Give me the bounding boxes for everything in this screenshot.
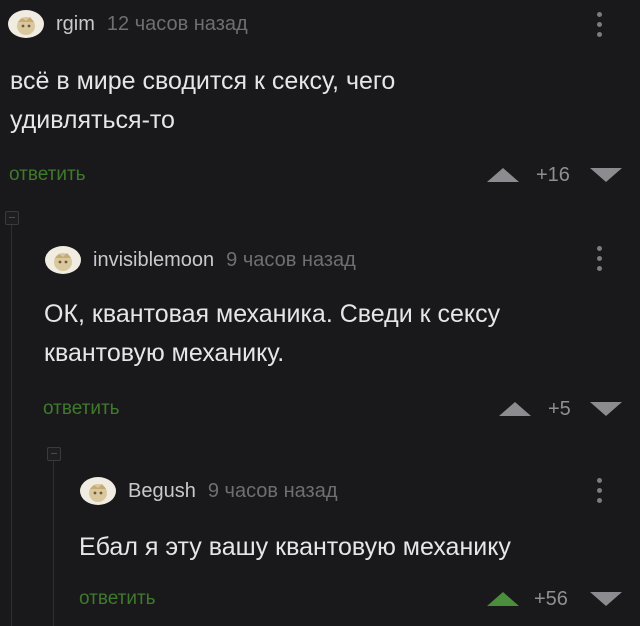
- more-options-icon[interactable]: [597, 246, 603, 276]
- comment-text: ОК, квантовая механика. Сведи к сексу кв…: [44, 300, 501, 367]
- comment: invisiblemoon 9 часов назад ОК, квантова…: [0, 230, 640, 430]
- avatar[interactable]: [8, 10, 44, 38]
- comment-timestamp: 9 часов назад: [207, 479, 338, 502]
- upvote-icon[interactable]: [487, 592, 519, 606]
- avatar[interactable]: [80, 477, 116, 505]
- downvote-icon[interactable]: [590, 402, 622, 416]
- more-options-icon[interactable]: [597, 478, 603, 508]
- comment: rgim 12 часов назад всё в мире сводится …: [0, 0, 640, 200]
- comment-thread: rgim 12 часов назад всё в мире сводится …: [0, 0, 640, 626]
- comment-username[interactable]: rgim: [56, 13, 95, 36]
- comment-score: +56: [534, 588, 568, 610]
- upvote-icon[interactable]: [499, 402, 531, 416]
- comment-header: Begush 9 часов назад: [80, 477, 338, 505]
- comment-timestamp: 12 часов назад: [106, 12, 248, 35]
- comment-username[interactable]: invisiblemoon: [93, 249, 214, 272]
- upvote-icon[interactable]: [487, 168, 519, 182]
- comment-score: +16: [536, 164, 570, 186]
- collapse-thread-button[interactable]: [47, 447, 61, 461]
- collapse-thread-button[interactable]: [5, 211, 19, 225]
- comment-score: +5: [548, 398, 571, 420]
- comment: Begush 9 часов назад Ебал я эту вашу ква…: [0, 470, 640, 626]
- downvote-icon[interactable]: [590, 592, 622, 606]
- more-options-icon[interactable]: [597, 12, 603, 42]
- comment-text: Ебал я эту вашу квантовую механику: [79, 533, 511, 561]
- comment-text: всё в мире сводится к сексу, чего удивля…: [10, 67, 396, 134]
- comment-timestamp: 9 часов назад: [226, 248, 356, 271]
- downvote-icon[interactable]: [590, 168, 622, 182]
- reply-button[interactable]: ответить: [43, 398, 120, 420]
- reply-button[interactable]: ответить: [9, 164, 86, 186]
- avatar[interactable]: [45, 246, 81, 274]
- reply-button[interactable]: ответить: [79, 588, 156, 610]
- comment-header: invisiblemoon 9 часов назад: [45, 246, 356, 274]
- comment-username[interactable]: Begush: [128, 480, 196, 503]
- comment-header: rgim 12 часов назад: [8, 10, 248, 38]
